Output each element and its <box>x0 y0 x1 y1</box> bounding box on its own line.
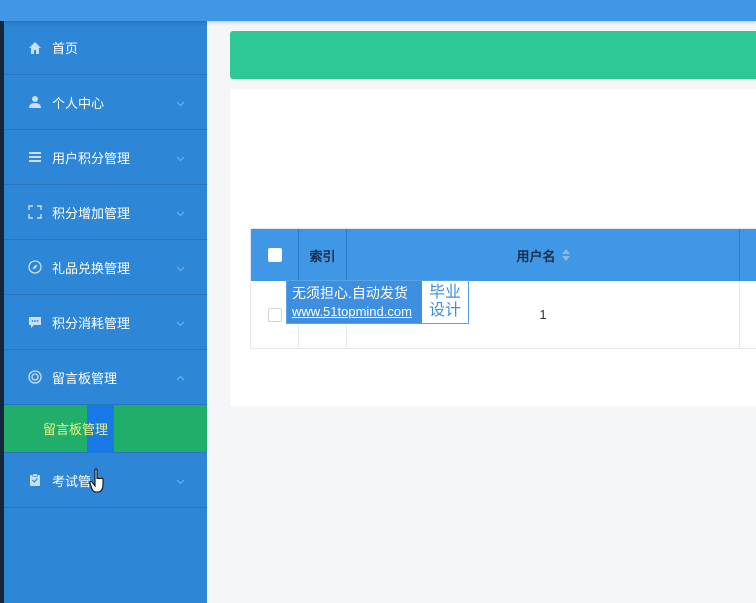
sort-icon[interactable] <box>561 249 570 261</box>
help-icon <box>28 370 42 384</box>
chevron-down-icon <box>176 474 185 485</box>
row-checkbox[interactable] <box>267 307 282 322</box>
chevron-down-icon <box>176 261 185 272</box>
top-bar <box>0 0 756 21</box>
sidebar-item-label: 个人中心 <box>52 95 105 111</box>
sidebar-item-label: 用户积分管理 <box>52 150 131 166</box>
user-icon <box>28 95 42 109</box>
fullscreen-icon <box>28 205 42 219</box>
watermark-line1: 无须担心.自动发货 <box>292 285 408 301</box>
sidebar-item-label: 首页 <box>52 41 79 56</box>
clipboard-icon <box>28 473 42 487</box>
select-all-checkbox[interactable] <box>267 248 282 262</box>
list-icon <box>28 150 42 164</box>
sidebar-item-label: 留言板管理 <box>52 370 118 386</box>
table-header: 索引 用户名 <box>251 229 756 281</box>
header-banner <box>230 31 756 79</box>
watermark-badge-line1: 毕业 <box>428 284 461 301</box>
sidebar-item-label: 礼品兑换管理 <box>52 260 131 276</box>
sidebar-item-gift-exchange[interactable]: 礼品兑换管理 <box>4 240 207 295</box>
sidebar-item-message-board[interactable]: 留言板管理 <box>4 350 207 405</box>
sidebar-item-home[interactable]: 首页 <box>4 21 207 75</box>
sidebar-item-points-increase[interactable]: 积分增加管理 <box>4 185 207 240</box>
column-header-rest <box>740 229 756 281</box>
hand-cursor-icon <box>89 468 109 494</box>
column-header-index: 索引 <box>299 229 347 281</box>
message-icon <box>28 315 42 329</box>
submenu-item-label: 留言板管理 <box>43 422 109 437</box>
watermark-badge-line2: 设计 <box>428 302 461 319</box>
watermark-overlay: 无须担心.自动发货 www.51topmind.com 毕业 设计 <box>286 280 469 324</box>
chevron-down-icon <box>176 206 185 217</box>
home-icon <box>28 41 42 55</box>
sidebar-item-label: 积分消耗管理 <box>52 315 131 331</box>
chevron-down-icon <box>176 316 185 327</box>
watermark-badge: 毕业 设计 <box>422 281 468 323</box>
column-header-username[interactable]: 用户名 <box>347 229 740 281</box>
sidebar-item-label: 考试管 <box>52 473 92 489</box>
watermark-text: 无须担心.自动发货 www.51topmind.com <box>287 281 422 323</box>
chevron-up-icon <box>176 371 185 381</box>
sidebar-item-personal-center[interactable]: 个人中心 <box>4 75 207 130</box>
content-card: 索引 用户名 1 <box>230 89 756 406</box>
watermark-url: www.51topmind.com <box>292 304 412 319</box>
sidebar: 首页 个人中心 用户积分管理 积分增加管理 礼品兑换管理 积分消耗管理 留言板管… <box>0 21 207 603</box>
sidebar-item-user-points[interactable]: 用户积分管理 <box>4 130 207 185</box>
submenu-item-message-board[interactable]: 留言板管理 <box>4 405 207 453</box>
header-checkbox-cell <box>251 229 299 281</box>
chevron-down-icon <box>176 151 185 162</box>
sidebar-item-label: 积分增加管理 <box>52 205 131 221</box>
compass-icon <box>28 260 42 274</box>
cell-rest <box>740 281 756 348</box>
chevron-down-icon <box>176 96 185 107</box>
sidebar-item-points-consume[interactable]: 积分消耗管理 <box>4 295 207 350</box>
column-header-label: 用户名 <box>516 248 556 264</box>
